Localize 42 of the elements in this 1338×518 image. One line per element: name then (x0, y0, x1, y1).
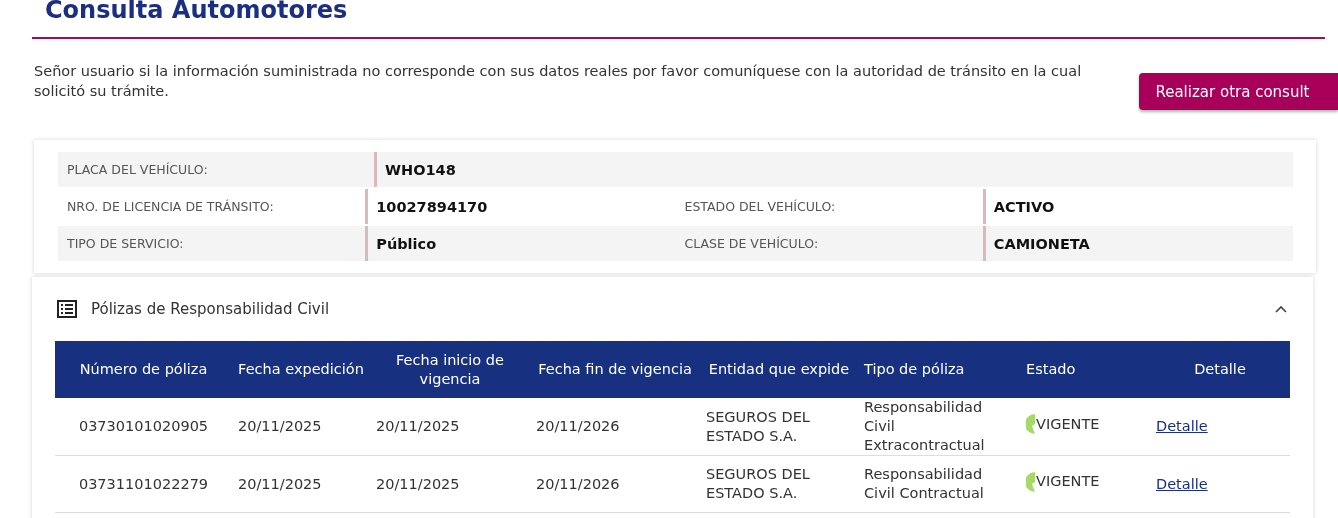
table-cell: 20/11/2026 (530, 398, 700, 456)
field-label: CLASE DE VEHÍCULO: (684, 236, 819, 251)
table-cell: 20/11/2025 (232, 398, 370, 456)
column-header: Estado (1020, 341, 1150, 398)
section-title: Pólizas de Responsabilidad Civil (91, 300, 330, 318)
table-cell: SEGUROS DEL ESTADO S.A. (700, 398, 858, 456)
status-text: VIGENTE (1036, 472, 1100, 491)
field-value: WHO148 (385, 161, 456, 178)
table-cell: 03730101020905 (55, 398, 232, 456)
field-value: CAMIONETA (993, 235, 1090, 252)
column-header: Fecha inicio de vigencia (370, 341, 530, 398)
field-value: Público (376, 235, 437, 252)
detail-link[interactable]: Detalle (1156, 418, 1208, 434)
field-value: 10027894170 (376, 198, 488, 215)
field-label: NRO. DE LICENCIA DE TRÁNSITO: (67, 199, 274, 214)
detail-link[interactable]: Detalle (1156, 475, 1208, 492)
field-label: PLACA DEL VEHÍCULO: (67, 162, 208, 177)
table-cell: 20/11/2025 (370, 455, 530, 513)
collapse-icon[interactable] (1275, 305, 1287, 313)
column-header: Fecha expedición (232, 341, 370, 398)
table-cell: 20/11/2025 (370, 398, 530, 456)
table-cell: Responsabilidad Civil Contractual (858, 455, 1020, 513)
column-header: Tipo de póliza (858, 341, 1020, 398)
page-title: Consulta Automotores (45, 0, 349, 26)
field-label: TIPO DE SERVICIO: (67, 236, 184, 251)
list-icon (57, 300, 77, 318)
table-cell: 20/11/2026 (530, 455, 700, 513)
leaf-icon (1026, 413, 1036, 435)
status-text: VIGENTE (1036, 414, 1100, 434)
notice-text: Señor usuario si la información suministrada no corresponde con sus datos reales por favor comuníquese con la autoridad de tránsito en la cual solicitó su trámite. (34, 62, 1083, 101)
column-header: Entidad que expide (700, 341, 858, 398)
column-header: Número de póliza (55, 341, 232, 398)
table-cell: 03731101022279 (55, 455, 232, 513)
column-header: Fecha fin de vigencia (530, 341, 700, 398)
table-cell: 20/11/2025 (232, 455, 370, 513)
table-cell: Responsabilidad Civil Extracontractual (858, 398, 1020, 456)
field-value: ACTIVO (993, 198, 1055, 215)
leaf-icon (1026, 470, 1036, 493)
new-query-button[interactable]: Realizar otra consult (1139, 73, 1338, 110)
table-cell: SEGUROS DEL ESTADO S.A. (700, 455, 858, 513)
column-header: Detalle (1150, 341, 1290, 398)
field-label: ESTADO DEL VEHÍCULO: (684, 199, 836, 214)
